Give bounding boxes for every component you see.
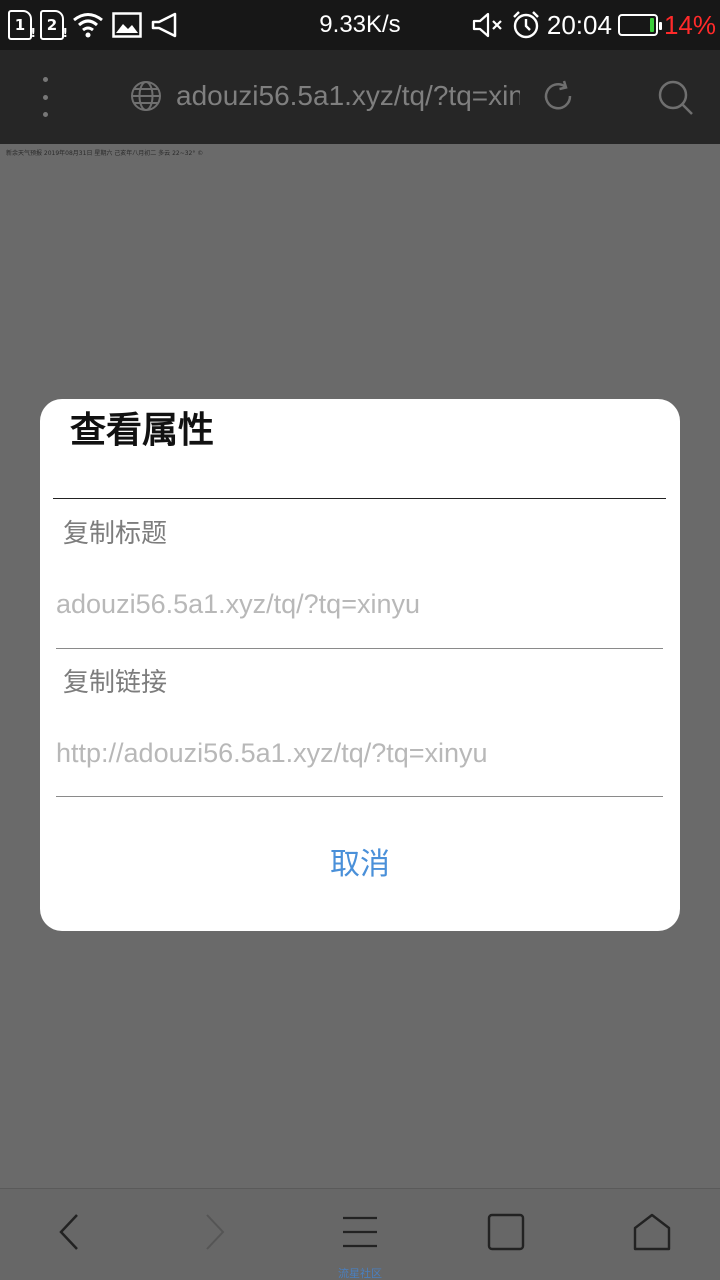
- clock-time: 20:04: [546, 9, 612, 40]
- copy-title-value: adouzi56.5a1.xyz/tq/?tq=xinyu: [56, 589, 420, 619]
- bottom-caption: 流星社区: [338, 1267, 382, 1280]
- copy-link-option[interactable]: 复制链接: [63, 665, 167, 701]
- page-header-strip: 新余天气预报 2019年08月31日 星期六 己亥年八月初二 多云 22~32°…: [6, 150, 204, 157]
- divider: [56, 648, 663, 649]
- cancel-button[interactable]: 取消: [40, 845, 680, 885]
- status-bar: 1! 2! 9.33K/s 20:04 14%: [0, 0, 720, 50]
- forward-icon[interactable]: [188, 1209, 240, 1255]
- bottom-nav-bar: 流星社区: [0, 1188, 720, 1280]
- dialog-title: 查看属性: [70, 410, 215, 451]
- browser-toolbar: adouzi56.5a1.xyz/tq/?tq=xinyu: [0, 50, 720, 144]
- title-divider: [53, 498, 666, 499]
- reload-icon[interactable]: [540, 78, 576, 114]
- menu-dots-icon[interactable]: [34, 77, 56, 117]
- battery-percent: 14%: [663, 9, 716, 40]
- mute-icon: [472, 12, 502, 38]
- search-icon[interactable]: [656, 78, 696, 118]
- back-icon[interactable]: [42, 1209, 94, 1255]
- properties-dialog: 查看属性 复制标题 adouzi56.5a1.xyz/tq/?tq=xinyu …: [40, 399, 680, 931]
- copy-link-value: http://adouzi56.5a1.xyz/tq/?tq=xinyu: [56, 738, 488, 768]
- address-bar[interactable]: adouzi56.5a1.xyz/tq/?tq=xinyu: [176, 78, 520, 114]
- status-right-icons: 20:04 14%: [471, 9, 716, 41]
- copy-title-option[interactable]: 复制标题: [63, 516, 167, 552]
- alarm-icon: [513, 11, 539, 39]
- battery-icon: [617, 14, 662, 36]
- home-icon[interactable]: [626, 1209, 678, 1255]
- divider: [56, 796, 663, 797]
- tabs-icon[interactable]: [480, 1209, 532, 1255]
- menu-icon[interactable]: [334, 1209, 386, 1255]
- globe-icon: [131, 81, 161, 111]
